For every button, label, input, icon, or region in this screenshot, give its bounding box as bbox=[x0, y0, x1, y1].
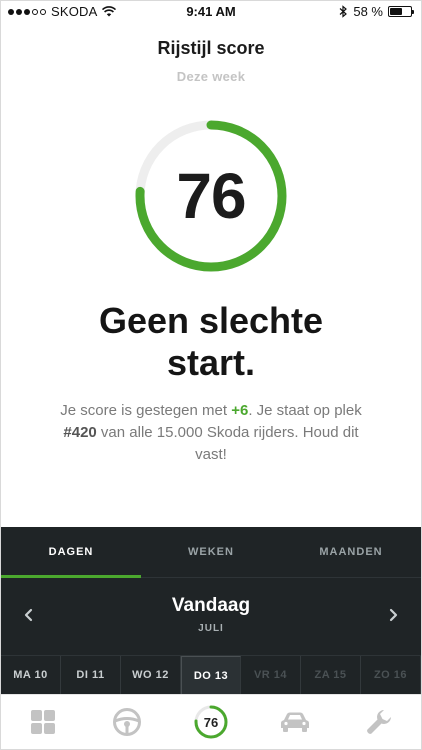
battery-percentage: 58 % bbox=[353, 4, 383, 19]
bluetooth-icon bbox=[339, 5, 348, 18]
date-navigator: Vandaag JULI bbox=[1, 579, 421, 655]
date-title: Vandaag bbox=[171, 595, 251, 616]
headline-line-2: start. bbox=[166, 342, 256, 383]
tab-score[interactable]: 76 bbox=[169, 695, 253, 749]
tab-score-value: 76 bbox=[204, 715, 218, 730]
chevron-right-icon[interactable] bbox=[383, 605, 403, 625]
battery-icon bbox=[388, 6, 414, 17]
wrench-icon bbox=[367, 710, 391, 734]
date-month: JULI bbox=[198, 623, 224, 634]
tab-driving[interactable] bbox=[85, 695, 169, 749]
page-title: Rijstijl score bbox=[157, 38, 265, 58]
score-ring-icon: 76 bbox=[194, 705, 228, 739]
period-subtitle: Deze week bbox=[176, 69, 246, 84]
bottom-tab-bar: 76 bbox=[1, 694, 421, 749]
status-right: 58 % bbox=[338, 4, 414, 19]
day-item[interactable]: ZA 15 bbox=[301, 656, 361, 694]
car-icon bbox=[281, 712, 309, 732]
day-item[interactable]: WO 12 bbox=[121, 656, 181, 694]
battery-level bbox=[390, 8, 402, 15]
period-tabs: DAGEN WEKEN MAANDEN bbox=[1, 527, 421, 578]
day-selector: MA 10 DI 11 WO 12 DO 13 VR 14 ZA 15 ZO 1… bbox=[1, 655, 421, 694]
tab-dagen[interactable]: DAGEN bbox=[1, 527, 141, 578]
score-value: 76 bbox=[176, 160, 246, 232]
headline-line-1: Geen slechte bbox=[98, 300, 324, 341]
dashboard-grid-icon bbox=[31, 710, 55, 734]
score-delta: +6 bbox=[231, 402, 249, 419]
day-item[interactable]: ZO 16 bbox=[361, 656, 421, 694]
tab-car[interactable] bbox=[253, 695, 337, 749]
tab-weken[interactable]: WEKEN bbox=[141, 527, 281, 577]
rank-value: #420 bbox=[63, 424, 97, 441]
day-item-selected[interactable]: DO 13 bbox=[181, 656, 241, 694]
day-item[interactable]: VR 14 bbox=[241, 656, 301, 694]
tab-dashboard[interactable] bbox=[1, 695, 85, 749]
steering-wheel-icon bbox=[113, 708, 141, 736]
day-item[interactable]: DI 11 bbox=[61, 656, 121, 694]
status-bar: SKODA 9:41 AM 58 % bbox=[0, 0, 422, 24]
score-description: Je score is gestegen met +6. Je staat op… bbox=[60, 402, 362, 463]
day-item[interactable]: MA 10 bbox=[1, 656, 61, 694]
score-headline: Geen slechte start. bbox=[20, 300, 402, 384]
period-panel: DAGEN WEKEN MAANDEN Vandaag JULI MA 10 D… bbox=[1, 527, 421, 694]
tab-maanden[interactable]: MAANDEN bbox=[281, 527, 421, 577]
tab-service[interactable] bbox=[337, 695, 421, 749]
